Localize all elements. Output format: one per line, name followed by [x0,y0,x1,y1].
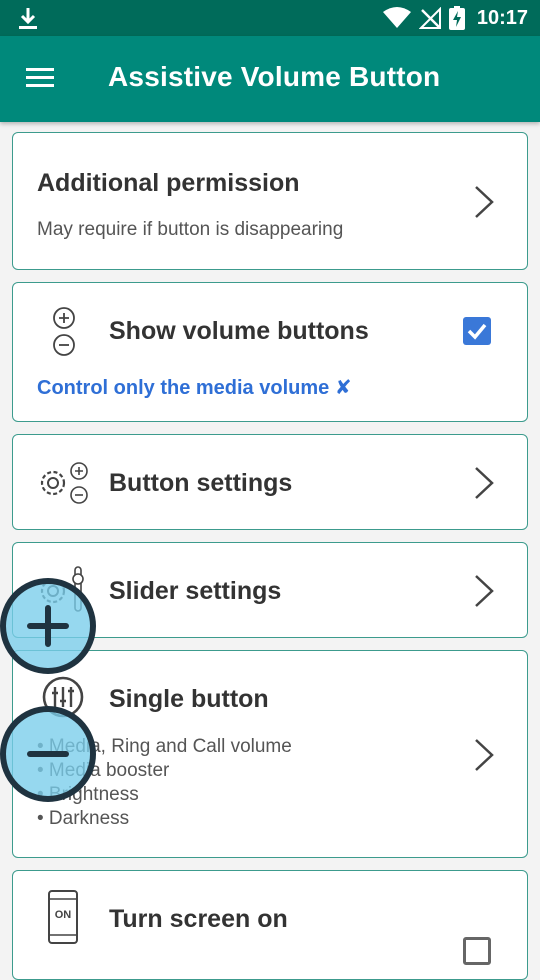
chevron-right-icon [475,467,494,499]
card-title: Show volume buttons [109,317,369,345]
card-title: Slider settings [109,577,282,605]
app-title: Assistive Volume Button [108,61,441,92]
chevron-right-icon [475,739,494,771]
control-media-volume-link[interactable]: Control only the media volume ✘ [37,375,352,400]
no-signal-icon [418,7,441,29]
volume-plus-minus-icon [53,307,75,356]
clock: 10:17 [476,6,528,29]
chevron-right-icon [475,575,494,607]
app-bar: Assistive Volume Button [0,36,540,122]
card-title: Single button [109,685,269,713]
status-bar: 10:17 [0,0,540,36]
minus-icon [27,751,69,757]
card-title: Additional permission [37,169,300,197]
check-icon [467,323,487,340]
list-item: • Darkness [37,808,130,829]
turn-screen-on-checkbox[interactable] [463,937,491,965]
gear-plus-minus-icon [40,462,88,504]
button-settings-card[interactable]: Button settings [12,434,528,530]
show-volume-checkbox[interactable] [463,317,491,345]
hamburger-menu-icon[interactable] [24,64,58,92]
download-icon [19,8,37,29]
card-subtitle: May require if button is disappearing [37,219,344,240]
show-volume-buttons-card[interactable]: Show volume buttons Control only the med… [12,282,528,422]
phone-on-label: ON [54,909,72,921]
additional-permission-card[interactable]: Additional permission May require if but… [12,132,528,270]
chevron-right-icon [475,186,494,218]
battery-charging-icon [448,6,465,30]
card-title: Button settings [109,469,293,497]
plus-icon [27,605,69,647]
turn-screen-on-card[interactable]: ON Turn screen on [12,870,528,980]
wifi-icon [382,7,411,28]
volume-down-floating-button[interactable] [0,706,96,802]
card-title: Turn screen on [109,905,288,933]
volume-up-floating-button[interactable] [0,578,96,674]
